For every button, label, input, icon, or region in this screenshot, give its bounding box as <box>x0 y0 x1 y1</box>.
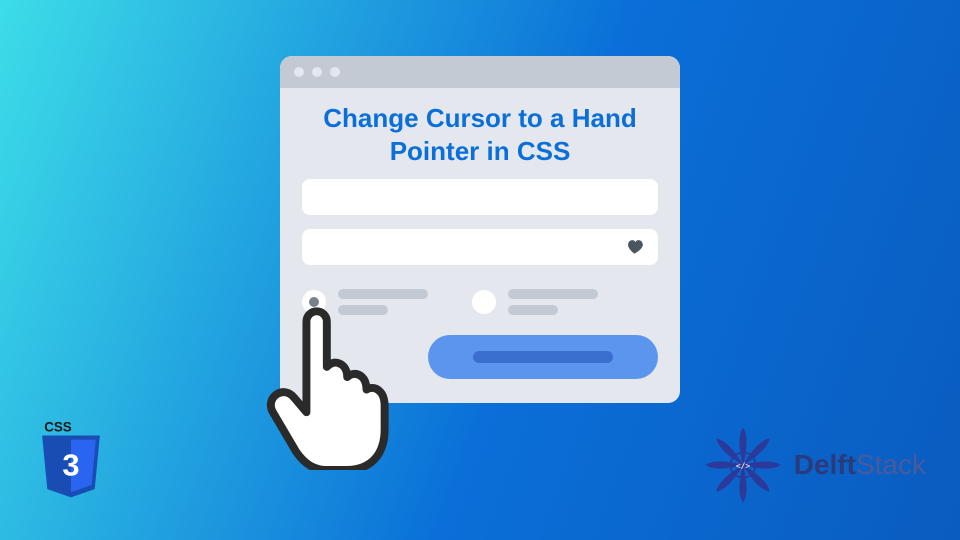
heart-icon <box>626 237 646 257</box>
placeholder-lines <box>508 289 598 315</box>
svg-text:</>: </> <box>735 461 750 471</box>
svg-text:3: 3 <box>62 447 79 482</box>
delftstack-brand: </> DelftStack <box>698 420 926 510</box>
svg-text:CSS: CSS <box>44 419 72 434</box>
placeholder-lines <box>338 289 428 315</box>
button-row <box>280 315 680 403</box>
window-dot <box>312 67 322 77</box>
window-dot <box>330 67 340 77</box>
radio-group <box>280 279 680 315</box>
submit-button[interactable] <box>428 335 658 379</box>
mandala-icon: </> <box>698 420 788 510</box>
brand-text: DelftStack <box>794 449 926 481</box>
window-titlebar <box>280 56 680 88</box>
radio-circle <box>472 290 496 314</box>
text-input-2[interactable] <box>302 229 658 265</box>
radio-option-2[interactable] <box>472 289 598 315</box>
radio-option-1[interactable] <box>302 289 428 315</box>
radio-circle-selected <box>302 290 326 314</box>
window-dot <box>294 67 304 77</box>
browser-mockup-window: Change Cursor to a Hand Pointer in CSS <box>280 56 680 403</box>
button-label-placeholder <box>473 351 613 363</box>
text-input-1[interactable] <box>302 179 658 215</box>
page-title: Change Cursor to a Hand Pointer in CSS <box>280 88 680 179</box>
css3-logo: CSS 3 <box>38 419 104 507</box>
